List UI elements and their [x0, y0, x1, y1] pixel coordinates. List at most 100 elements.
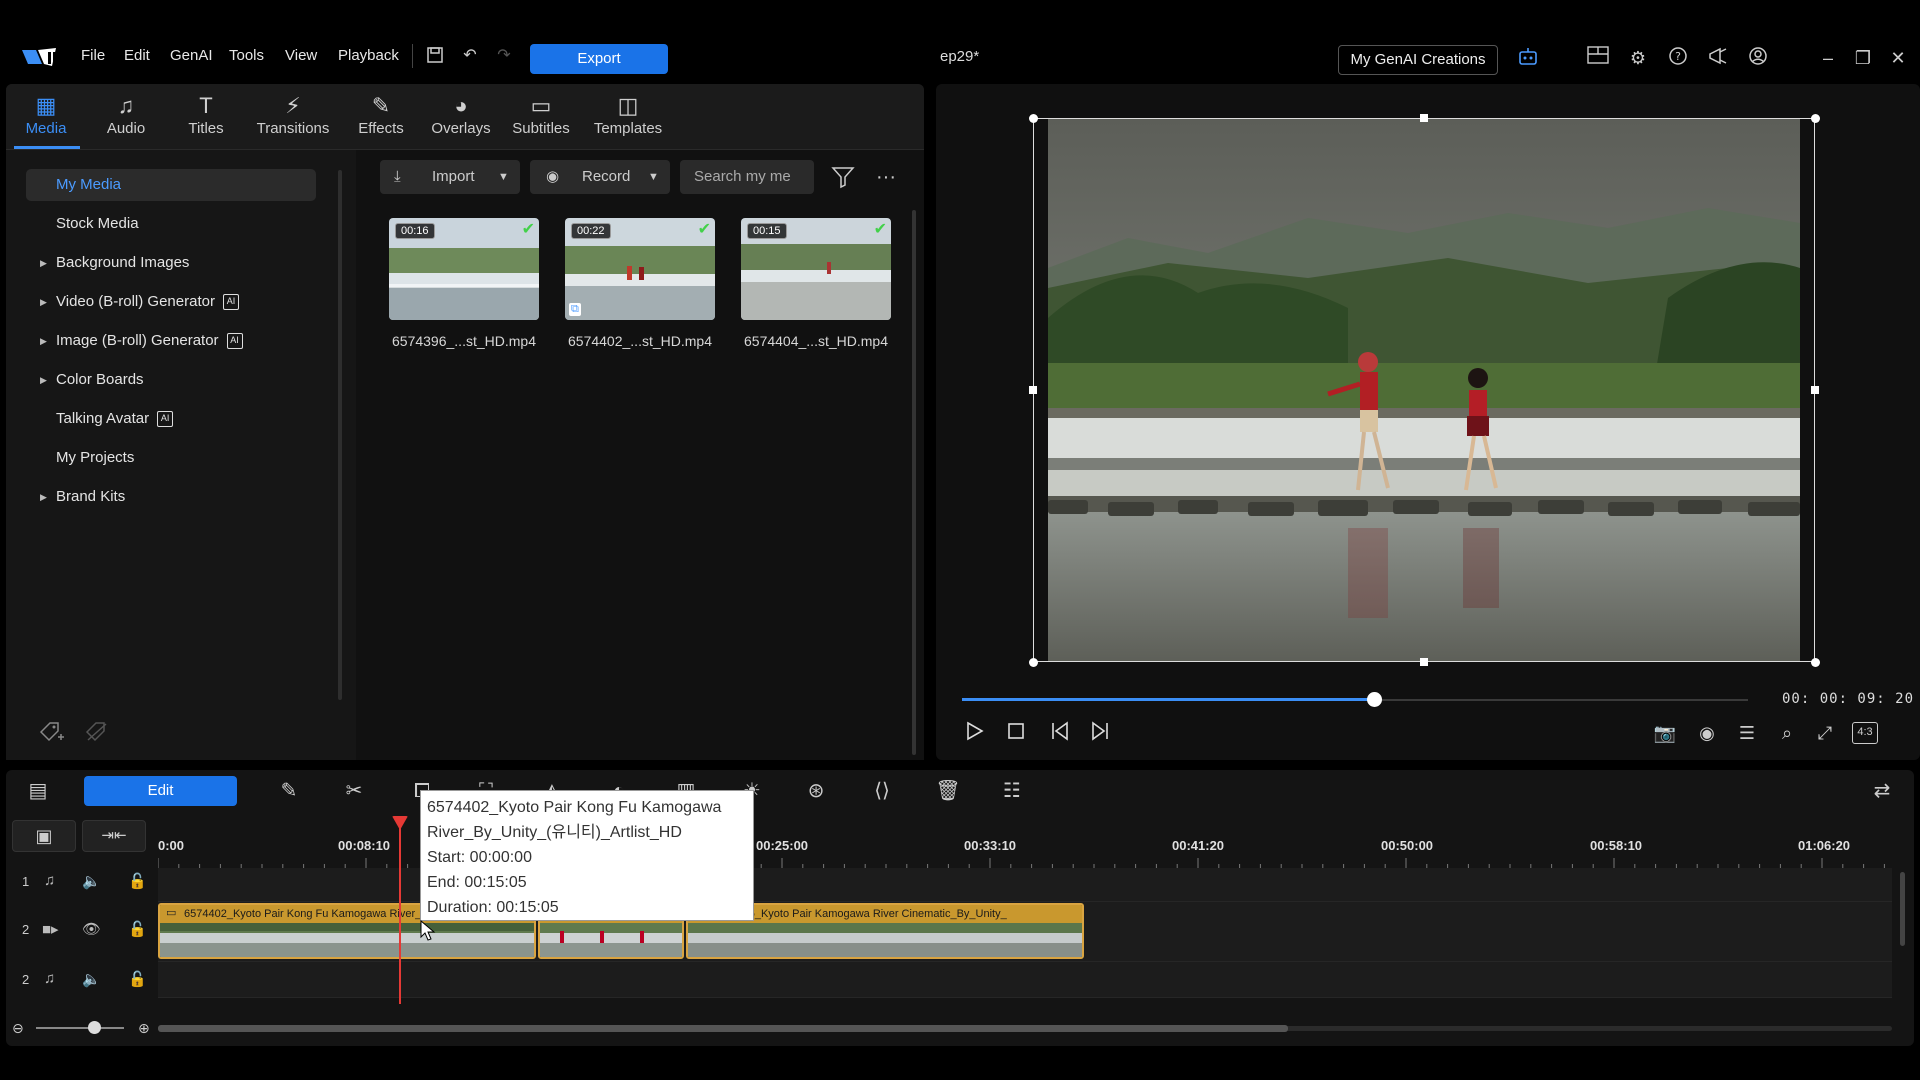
ai-assistant-icon[interactable] — [1516, 46, 1540, 70]
timeline-settings-icon[interactable]: ⇄ — [1868, 777, 1896, 805]
tab-effects[interactable]: ✎ Effects — [338, 92, 424, 148]
menu-edit[interactable]: Edit — [124, 47, 150, 64]
zoom-slider-knob[interactable] — [88, 1021, 101, 1034]
keyframe-icon[interactable]: ⟨⟩ — [868, 777, 896, 805]
menu-tools[interactable]: Tools — [229, 47, 264, 64]
tooltip-title-line1: 6574402_Kyoto Pair Kong Fu Kamogawa — [427, 799, 722, 816]
tab-overlays[interactable]: ◕ Overlays — [418, 92, 504, 148]
media-thumbnail[interactable]: 00:16 ✔ — [389, 218, 539, 320]
timeline-view-icon[interactable]: ▤ — [24, 777, 52, 805]
next-frame-icon[interactable] — [1086, 720, 1114, 748]
sidebar-item-stock-media[interactable]: Stock Media — [26, 208, 316, 240]
sidebar-scrollbar[interactable] — [338, 170, 342, 700]
sidebar-item-background-images[interactable]: ▶ Background Images — [26, 247, 316, 279]
fit-timeline-button[interactable]: ⇥⇤ — [82, 820, 146, 852]
resize-handle[interactable] — [1029, 114, 1038, 123]
more-options-icon[interactable]: ··· — [876, 166, 896, 189]
save-icon[interactable] — [425, 46, 445, 66]
previous-frame-icon[interactable] — [1046, 720, 1074, 748]
notifications-icon[interactable] — [1706, 46, 1730, 70]
menu-playback[interactable]: Playback — [338, 47, 399, 64]
selection-frame[interactable] — [1033, 118, 1815, 662]
menu-view[interactable]: View — [285, 47, 317, 64]
track-row-audio-2[interactable] — [158, 962, 1892, 998]
resize-handle[interactable] — [1420, 658, 1428, 666]
edit-button[interactable]: Edit — [84, 776, 237, 806]
record-dropdown[interactable]: ◉ Record ▼ — [530, 160, 670, 194]
sidebar-item-my-media[interactable]: My Media — [26, 169, 316, 201]
media-thumbnail[interactable]: 00:15 ✔ — [741, 218, 891, 320]
lock-icon[interactable]: 🔓 — [128, 872, 147, 890]
playhead[interactable] — [399, 822, 401, 1004]
subtitles-toggle-icon[interactable]: ☰ — [1734, 720, 1760, 746]
sidebar-item-brand-kits[interactable]: ▶ Brand Kits — [26, 481, 316, 513]
resize-handle[interactable] — [1029, 386, 1037, 394]
export-button[interactable]: Export — [530, 44, 668, 74]
tab-audio[interactable]: ♫ Audio — [83, 92, 169, 148]
pen-tool-icon[interactable]: ✎ — [275, 777, 303, 805]
import-dropdown[interactable]: ⤓ Import ▼ — [380, 160, 520, 194]
sidebar-item-my-projects[interactable]: My Projects — [26, 442, 316, 474]
playback-progress-knob[interactable] — [1366, 692, 1382, 707]
sidebar-item-talking-avatar[interactable]: Talking Avatar AI — [26, 403, 316, 435]
account-icon[interactable] — [1746, 46, 1770, 70]
close-icon[interactable]: ✕ — [1886, 46, 1910, 70]
aspect-ratio-button[interactable]: 4:3 — [1852, 722, 1878, 744]
tab-titles[interactable]: T Titles — [163, 92, 249, 148]
stop-icon[interactable] — [1002, 720, 1030, 748]
split-scissors-icon[interactable]: ✂ — [340, 777, 368, 805]
add-tag-icon[interactable] — [38, 720, 64, 750]
filter-icon[interactable] — [830, 164, 856, 190]
resize-handle[interactable] — [1811, 386, 1819, 394]
delete-trash-icon[interactable]: 🗑 — [934, 777, 962, 805]
remove-tag-icon[interactable] — [84, 720, 110, 750]
undo-icon[interactable]: ↶ — [460, 46, 480, 66]
minimize-icon[interactable]: – — [1816, 46, 1840, 70]
tab-transitions[interactable]: ⚡ Transitions — [250, 92, 336, 148]
resize-handle[interactable] — [1029, 658, 1038, 667]
snapshot-camera-icon[interactable]: 📷 — [1652, 720, 1678, 746]
tab-templates[interactable]: ◫ Templates — [585, 92, 671, 148]
tab-subtitles[interactable]: ▭ Subtitles — [498, 92, 584, 148]
library-scrollbar[interactable] — [912, 210, 916, 755]
redo-icon[interactable]: ↷ — [494, 46, 514, 66]
layout-icon[interactable] — [1586, 46, 1610, 70]
zoom-slider-track[interactable] — [36, 1027, 124, 1029]
media-thumbnail[interactable]: 00:22 ✔ ⧉ — [565, 218, 715, 320]
lock-icon[interactable]: 🔓 — [128, 970, 147, 988]
zoom-in-icon[interactable]: ⊕ — [138, 1020, 150, 1037]
search-input[interactable]: Search my me — [680, 160, 814, 194]
settings-gear-icon[interactable]: ⚙ — [1626, 46, 1650, 70]
more-tools-icon[interactable]: ☷ — [998, 777, 1026, 805]
resize-handle[interactable] — [1811, 114, 1820, 123]
help-icon[interactable]: ? — [1666, 46, 1690, 70]
zoom-out-icon[interactable]: ⊖ — [12, 1020, 24, 1037]
lock-icon[interactable]: 🔓 — [128, 920, 147, 938]
sidebar-item-image-generator[interactable]: ▶ Image (B-roll) Generator AI — [26, 325, 316, 357]
tooltip-start: Start: 00:00:00 — [427, 849, 532, 866]
fullscreen-icon[interactable]: ⤢ — [1812, 720, 1838, 746]
volume-icon[interactable]: 🔈 — [82, 872, 101, 890]
volume-icon[interactable]: 🔈 — [82, 970, 101, 988]
visibility-eye-icon[interactable]: 👁 — [82, 920, 101, 938]
render-preview-icon[interactable]: ◉ — [1694, 720, 1720, 746]
menu-genai[interactable]: GenAI — [170, 47, 213, 64]
sidebar-item-video-generator[interactable]: ▶ Video (B-roll) Generator AI — [26, 286, 316, 318]
resize-handle[interactable] — [1811, 658, 1820, 667]
resize-handle[interactable] — [1420, 114, 1428, 122]
track-row-audio-1[interactable] — [158, 868, 1892, 902]
play-icon[interactable] — [960, 720, 988, 748]
timeline-scroll-thumb[interactable] — [158, 1025, 1288, 1032]
duration-badge: 00:15 — [747, 223, 787, 239]
color-blend-icon[interactable]: ⊛ — [802, 777, 830, 805]
track-manager-button[interactable]: ▣ — [12, 820, 76, 852]
timeline-vertical-scrollbar[interactable] — [1900, 872, 1905, 946]
audio-track-icon: ♫ — [44, 970, 56, 987]
tab-media[interactable]: ▦ Media — [3, 92, 89, 148]
sidebar-item-color-boards[interactable]: ▶ Color Boards — [26, 364, 316, 396]
my-genai-creations-button[interactable]: My GenAI Creations — [1338, 45, 1498, 75]
menu-file[interactable]: File — [81, 47, 105, 64]
zoom-preview-icon[interactable]: ⌕ — [1774, 720, 1800, 746]
active-tab-indicator — [14, 146, 80, 149]
restore-icon[interactable]: ❐ — [1851, 46, 1875, 70]
